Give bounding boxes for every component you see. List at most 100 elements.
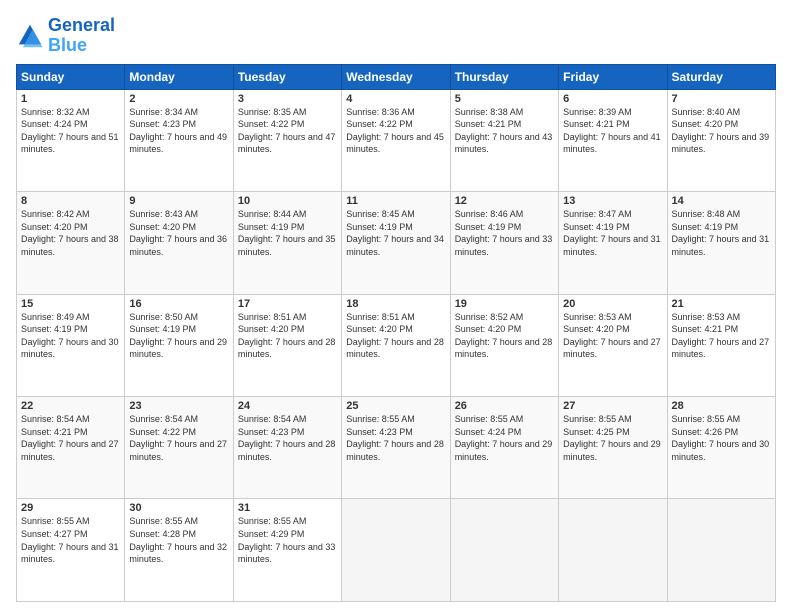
day-info: Sunrise: 8:50 AMSunset: 4:19 PMDaylight:… bbox=[129, 311, 228, 361]
day-info: Sunrise: 8:53 AMSunset: 4:20 PMDaylight:… bbox=[563, 311, 662, 361]
day-number: 5 bbox=[455, 93, 554, 105]
day-info: Sunrise: 8:44 AMSunset: 4:19 PMDaylight:… bbox=[238, 208, 337, 258]
day-info: Sunrise: 8:55 AMSunset: 4:23 PMDaylight:… bbox=[346, 413, 445, 463]
logo: GeneralBlue bbox=[16, 16, 115, 56]
day-info: Sunrise: 8:34 AMSunset: 4:23 PMDaylight:… bbox=[129, 106, 228, 156]
calendar-day-cell: 12 Sunrise: 8:46 AMSunset: 4:19 PMDaylig… bbox=[450, 192, 558, 294]
day-number: 20 bbox=[563, 298, 662, 310]
calendar-day-cell: 7 Sunrise: 8:40 AMSunset: 4:20 PMDayligh… bbox=[667, 89, 775, 191]
calendar-day-cell: 16 Sunrise: 8:50 AMSunset: 4:19 PMDaylig… bbox=[125, 294, 233, 396]
day-info: Sunrise: 8:51 AMSunset: 4:20 PMDaylight:… bbox=[238, 311, 337, 361]
calendar-day-cell: 5 Sunrise: 8:38 AMSunset: 4:21 PMDayligh… bbox=[450, 89, 558, 191]
calendar-day-header: Monday bbox=[125, 64, 233, 89]
day-number: 3 bbox=[238, 93, 337, 105]
day-info: Sunrise: 8:49 AMSunset: 4:19 PMDaylight:… bbox=[21, 311, 120, 361]
calendar-day-header: Wednesday bbox=[342, 64, 450, 89]
day-info: Sunrise: 8:55 AMSunset: 4:29 PMDaylight:… bbox=[238, 515, 337, 565]
day-info: Sunrise: 8:52 AMSunset: 4:20 PMDaylight:… bbox=[455, 311, 554, 361]
calendar-day-cell: 2 Sunrise: 8:34 AMSunset: 4:23 PMDayligh… bbox=[125, 89, 233, 191]
day-number: 10 bbox=[238, 195, 337, 207]
calendar-day-cell bbox=[667, 499, 775, 602]
calendar-day-cell: 30 Sunrise: 8:55 AMSunset: 4:28 PMDaylig… bbox=[125, 499, 233, 602]
day-info: Sunrise: 8:35 AMSunset: 4:22 PMDaylight:… bbox=[238, 106, 337, 156]
logo-icon bbox=[16, 22, 44, 50]
day-number: 27 bbox=[563, 400, 662, 412]
day-info: Sunrise: 8:42 AMSunset: 4:20 PMDaylight:… bbox=[21, 208, 120, 258]
calendar-day-header: Saturday bbox=[667, 64, 775, 89]
calendar-week-row: 22 Sunrise: 8:54 AMSunset: 4:21 PMDaylig… bbox=[17, 397, 776, 499]
day-info: Sunrise: 8:54 AMSunset: 4:21 PMDaylight:… bbox=[21, 413, 120, 463]
day-number: 19 bbox=[455, 298, 554, 310]
page: GeneralBlue SundayMondayTuesdayWednesday… bbox=[0, 0, 792, 612]
calendar-day-cell: 17 Sunrise: 8:51 AMSunset: 4:20 PMDaylig… bbox=[233, 294, 341, 396]
calendar-day-cell: 11 Sunrise: 8:45 AMSunset: 4:19 PMDaylig… bbox=[342, 192, 450, 294]
calendar-day-cell: 10 Sunrise: 8:44 AMSunset: 4:19 PMDaylig… bbox=[233, 192, 341, 294]
day-info: Sunrise: 8:32 AMSunset: 4:24 PMDaylight:… bbox=[21, 106, 120, 156]
calendar-header-row: SundayMondayTuesdayWednesdayThursdayFrid… bbox=[17, 64, 776, 89]
calendar-day-cell: 23 Sunrise: 8:54 AMSunset: 4:22 PMDaylig… bbox=[125, 397, 233, 499]
day-number: 28 bbox=[672, 400, 771, 412]
calendar-day-cell bbox=[450, 499, 558, 602]
calendar-day-cell bbox=[342, 499, 450, 602]
calendar-day-cell: 13 Sunrise: 8:47 AMSunset: 4:19 PMDaylig… bbox=[559, 192, 667, 294]
calendar-day-header: Tuesday bbox=[233, 64, 341, 89]
day-number: 7 bbox=[672, 93, 771, 105]
day-info: Sunrise: 8:43 AMSunset: 4:20 PMDaylight:… bbox=[129, 208, 228, 258]
day-info: Sunrise: 8:51 AMSunset: 4:20 PMDaylight:… bbox=[346, 311, 445, 361]
day-number: 11 bbox=[346, 195, 445, 207]
day-number: 29 bbox=[21, 502, 120, 514]
day-number: 1 bbox=[21, 93, 120, 105]
calendar-day-cell: 8 Sunrise: 8:42 AMSunset: 4:20 PMDayligh… bbox=[17, 192, 125, 294]
day-info: Sunrise: 8:53 AMSunset: 4:21 PMDaylight:… bbox=[672, 311, 771, 361]
day-info: Sunrise: 8:45 AMSunset: 4:19 PMDaylight:… bbox=[346, 208, 445, 258]
day-info: Sunrise: 8:48 AMSunset: 4:19 PMDaylight:… bbox=[672, 208, 771, 258]
calendar-day-cell: 9 Sunrise: 8:43 AMSunset: 4:20 PMDayligh… bbox=[125, 192, 233, 294]
calendar-day-header: Thursday bbox=[450, 64, 558, 89]
day-number: 23 bbox=[129, 400, 228, 412]
day-number: 26 bbox=[455, 400, 554, 412]
day-info: Sunrise: 8:36 AMSunset: 4:22 PMDaylight:… bbox=[346, 106, 445, 156]
day-info: Sunrise: 8:40 AMSunset: 4:20 PMDaylight:… bbox=[672, 106, 771, 156]
header: GeneralBlue bbox=[16, 16, 776, 56]
calendar-day-cell bbox=[559, 499, 667, 602]
day-number: 9 bbox=[129, 195, 228, 207]
day-number: 22 bbox=[21, 400, 120, 412]
day-number: 17 bbox=[238, 298, 337, 310]
calendar-week-row: 8 Sunrise: 8:42 AMSunset: 4:20 PMDayligh… bbox=[17, 192, 776, 294]
calendar-day-cell: 26 Sunrise: 8:55 AMSunset: 4:24 PMDaylig… bbox=[450, 397, 558, 499]
day-info: Sunrise: 8:55 AMSunset: 4:26 PMDaylight:… bbox=[672, 413, 771, 463]
day-info: Sunrise: 8:55 AMSunset: 4:28 PMDaylight:… bbox=[129, 515, 228, 565]
day-info: Sunrise: 8:54 AMSunset: 4:23 PMDaylight:… bbox=[238, 413, 337, 463]
calendar-day-header: Sunday bbox=[17, 64, 125, 89]
day-number: 25 bbox=[346, 400, 445, 412]
calendar-day-cell: 28 Sunrise: 8:55 AMSunset: 4:26 PMDaylig… bbox=[667, 397, 775, 499]
calendar-day-cell: 29 Sunrise: 8:55 AMSunset: 4:27 PMDaylig… bbox=[17, 499, 125, 602]
day-info: Sunrise: 8:54 AMSunset: 4:22 PMDaylight:… bbox=[129, 413, 228, 463]
calendar-day-cell: 24 Sunrise: 8:54 AMSunset: 4:23 PMDaylig… bbox=[233, 397, 341, 499]
calendar-day-cell: 3 Sunrise: 8:35 AMSunset: 4:22 PMDayligh… bbox=[233, 89, 341, 191]
calendar-day-cell: 19 Sunrise: 8:52 AMSunset: 4:20 PMDaylig… bbox=[450, 294, 558, 396]
calendar-day-cell: 20 Sunrise: 8:53 AMSunset: 4:20 PMDaylig… bbox=[559, 294, 667, 396]
calendar-day-header: Friday bbox=[559, 64, 667, 89]
day-number: 30 bbox=[129, 502, 228, 514]
calendar-day-cell: 1 Sunrise: 8:32 AMSunset: 4:24 PMDayligh… bbox=[17, 89, 125, 191]
day-number: 12 bbox=[455, 195, 554, 207]
calendar-day-cell: 6 Sunrise: 8:39 AMSunset: 4:21 PMDayligh… bbox=[559, 89, 667, 191]
day-number: 18 bbox=[346, 298, 445, 310]
day-info: Sunrise: 8:55 AMSunset: 4:24 PMDaylight:… bbox=[455, 413, 554, 463]
calendar-day-cell: 27 Sunrise: 8:55 AMSunset: 4:25 PMDaylig… bbox=[559, 397, 667, 499]
day-number: 13 bbox=[563, 195, 662, 207]
calendar-day-cell: 4 Sunrise: 8:36 AMSunset: 4:22 PMDayligh… bbox=[342, 89, 450, 191]
calendar-day-cell: 25 Sunrise: 8:55 AMSunset: 4:23 PMDaylig… bbox=[342, 397, 450, 499]
day-info: Sunrise: 8:55 AMSunset: 4:25 PMDaylight:… bbox=[563, 413, 662, 463]
day-number: 15 bbox=[21, 298, 120, 310]
calendar-week-row: 29 Sunrise: 8:55 AMSunset: 4:27 PMDaylig… bbox=[17, 499, 776, 602]
calendar-day-cell: 18 Sunrise: 8:51 AMSunset: 4:20 PMDaylig… bbox=[342, 294, 450, 396]
day-number: 21 bbox=[672, 298, 771, 310]
calendar-day-cell: 21 Sunrise: 8:53 AMSunset: 4:21 PMDaylig… bbox=[667, 294, 775, 396]
calendar-day-cell: 31 Sunrise: 8:55 AMSunset: 4:29 PMDaylig… bbox=[233, 499, 341, 602]
day-info: Sunrise: 8:39 AMSunset: 4:21 PMDaylight:… bbox=[563, 106, 662, 156]
day-number: 4 bbox=[346, 93, 445, 105]
day-info: Sunrise: 8:47 AMSunset: 4:19 PMDaylight:… bbox=[563, 208, 662, 258]
calendar-week-row: 15 Sunrise: 8:49 AMSunset: 4:19 PMDaylig… bbox=[17, 294, 776, 396]
